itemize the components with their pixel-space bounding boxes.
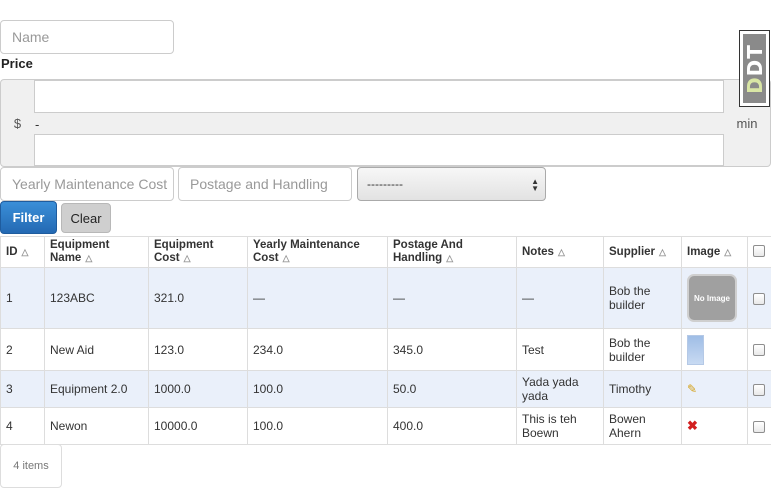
cell-id: 3 bbox=[0, 370, 45, 408]
name-filter-input[interactable]: Name bbox=[0, 20, 174, 54]
row-checkbox[interactable] bbox=[747, 370, 771, 408]
cell-id: 1 bbox=[0, 267, 45, 329]
cell-postage: 345.0 bbox=[387, 328, 517, 371]
header-supplier[interactable]: Supplier △ bbox=[603, 236, 682, 268]
cell-name: Equipment 2.0 bbox=[44, 370, 149, 408]
sort-icon: △ bbox=[85, 253, 93, 263]
cell-yearly: 234.0 bbox=[247, 328, 388, 371]
cell-image bbox=[681, 328, 748, 371]
header-image[interactable]: Image △ bbox=[681, 236, 748, 268]
price-max-input[interactable] bbox=[34, 134, 724, 166]
table-row[interactable]: 1 123ABC 321.0 — — — Bob the builder No … bbox=[0, 267, 771, 329]
cell-yearly: 100.0 bbox=[247, 407, 388, 445]
row-checkbox[interactable] bbox=[747, 328, 771, 371]
postage-handling-input[interactable]: Postage and Handling bbox=[178, 167, 352, 201]
item-count: 4 items bbox=[0, 444, 62, 488]
cell-name: Newon bbox=[44, 407, 149, 445]
select-arrows-icon: ▲ ▼ bbox=[531, 177, 539, 193]
dollar-addon: $ bbox=[13, 115, 22, 131]
table-header-row: ID △ Equipment Name △ Equipment Cost △ Year… bbox=[0, 236, 771, 268]
logo-part-1: D bbox=[742, 75, 767, 94]
image-thumbnail[interactable] bbox=[687, 334, 704, 365]
cell-image: ✎ bbox=[681, 370, 748, 408]
x-icon: ✖ bbox=[687, 418, 698, 433]
cell-id: 4 bbox=[0, 407, 45, 445]
table-row[interactable]: 2 New Aid 123.0 234.0 345.0 Test Bob the… bbox=[0, 328, 771, 371]
debug-toolbar-logo[interactable]: DDT bbox=[739, 30, 770, 107]
price-range-group: $ - min bbox=[0, 79, 771, 167]
cell-cost: 123.0 bbox=[148, 328, 248, 371]
price-min-input[interactable] bbox=[34, 80, 724, 113]
sort-icon: △ bbox=[446, 253, 454, 263]
row-checkbox[interactable] bbox=[747, 267, 771, 329]
header-postage-handling[interactable]: Postage And Handling △ bbox=[387, 236, 517, 268]
cell-cost: 321.0 bbox=[148, 267, 248, 329]
cell-supplier: Bob the builder bbox=[603, 267, 682, 329]
table-row[interactable]: 4 Newon 10000.0 100.0 400.0 This is teh … bbox=[0, 407, 771, 445]
header-yearly-maintenance-cost[interactable]: Yearly Maintenance Cost △ bbox=[247, 236, 388, 268]
cell-postage: 400.0 bbox=[387, 407, 517, 445]
sort-icon: △ bbox=[21, 246, 29, 257]
cell-postage: — bbox=[387, 267, 517, 329]
supplier-select[interactable]: --------- ▲ ▼ bbox=[357, 167, 546, 201]
pencil-icon: ✎ bbox=[687, 382, 698, 396]
cell-supplier: Bob the builder bbox=[603, 328, 682, 371]
cell-notes: This is teh Boewn bbox=[516, 407, 604, 445]
cell-supplier: Timothy bbox=[603, 370, 682, 408]
cell-id: 2 bbox=[0, 328, 45, 371]
cell-notes: — bbox=[516, 267, 604, 329]
cell-image: No Image bbox=[681, 267, 748, 329]
sort-icon: △ bbox=[724, 246, 732, 257]
cell-cost: 10000.0 bbox=[148, 407, 248, 445]
clear-button[interactable]: Clear bbox=[61, 203, 111, 233]
header-equipment-name[interactable]: Equipment Name △ bbox=[44, 236, 149, 268]
sort-icon: △ bbox=[282, 253, 290, 263]
sort-icon: △ bbox=[557, 246, 565, 257]
cell-supplier: Bowen Ahern bbox=[603, 407, 682, 445]
no-image-placeholder: No Image bbox=[687, 274, 737, 322]
supplier-select-value: --------- bbox=[367, 177, 403, 191]
sort-icon: △ bbox=[659, 246, 666, 257]
equipment-table: ID △ Equipment Name △ Equipment Cost △ Year… bbox=[0, 236, 771, 445]
filter-button[interactable]: Filter bbox=[0, 201, 57, 234]
logo-part-2: DT bbox=[742, 43, 767, 76]
cell-postage: 50.0 bbox=[387, 370, 517, 408]
cell-notes: Test bbox=[516, 328, 604, 371]
select-all-checkbox[interactable] bbox=[747, 236, 771, 268]
cell-name: 123ABC bbox=[44, 267, 149, 329]
header-id[interactable]: ID △ bbox=[0, 236, 45, 268]
yearly-maintenance-input[interactable]: Yearly Maintenance Cost bbox=[0, 167, 174, 201]
price-range-separator: - bbox=[35, 116, 40, 132]
cell-yearly: — bbox=[247, 267, 388, 329]
row-checkbox[interactable] bbox=[747, 407, 771, 445]
cell-yearly: 100.0 bbox=[247, 370, 388, 408]
cell-name: New Aid bbox=[44, 328, 149, 371]
header-equipment-cost[interactable]: Equipment Cost △ bbox=[148, 236, 248, 268]
cell-cost: 1000.0 bbox=[148, 370, 248, 408]
header-notes[interactable]: Notes △ bbox=[516, 236, 604, 268]
price-label: Price bbox=[1, 56, 33, 71]
cell-notes: Yada yada yada bbox=[516, 370, 604, 408]
cell-image: ✖ bbox=[681, 407, 748, 445]
table-row[interactable]: 3 Equipment 2.0 1000.0 100.0 50.0 Yada y… bbox=[0, 370, 771, 408]
sort-icon: △ bbox=[183, 253, 191, 263]
